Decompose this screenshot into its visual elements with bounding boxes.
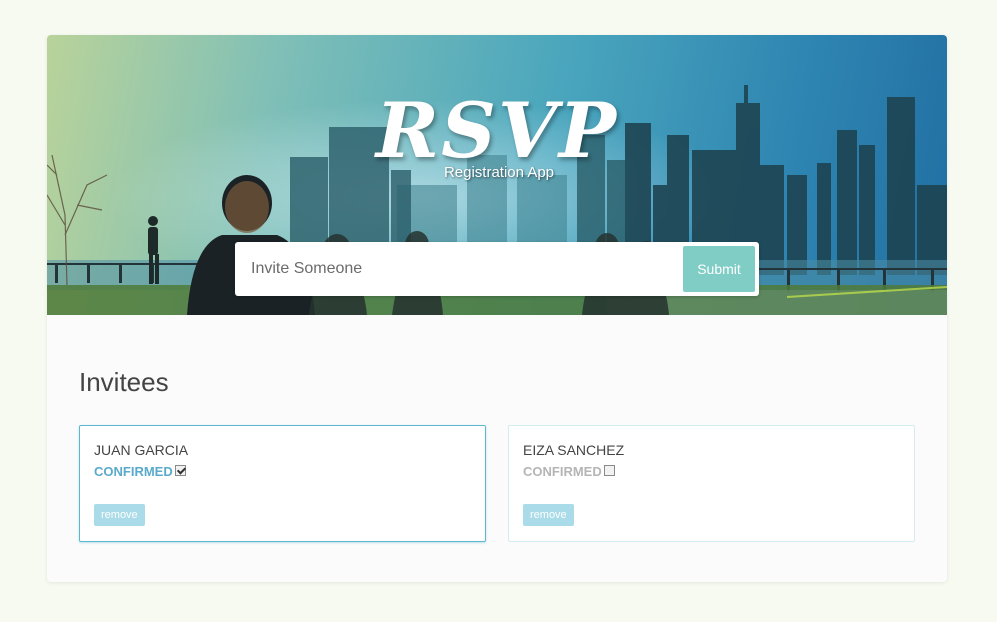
invitee-name: JUAN GARCIA — [94, 442, 189, 458]
app-subtitle: Registration App — [443, 164, 555, 181]
confirmed-checkbox[interactable] — [174, 464, 186, 476]
confirm-control[interactable]: CONFIRMED — [523, 464, 615, 479]
invite-input[interactable] — [235, 242, 675, 296]
confirmed-label: CONFIRMED — [94, 464, 173, 479]
invitee-card: JUAN GARCIA CONFIRMED remove — [79, 425, 486, 542]
confirm-control[interactable]: CONFIRMED — [94, 464, 186, 479]
hero-banner: RSVP Registration App Submit — [47, 35, 947, 315]
confirmed-label: CONFIRMED — [523, 464, 602, 479]
invitee-name: EIZA SANCHEZ — [523, 442, 625, 458]
rsvp-logo: RSVP — [375, 86, 619, 175]
submit-button[interactable]: Submit — [683, 246, 755, 292]
remove-button[interactable]: remove — [523, 504, 574, 526]
section-title: Invitees — [79, 367, 169, 397]
app-container: RSVP Registration App Submit Invitees JU… — [47, 35, 947, 582]
confirmed-checkbox[interactable] — [603, 464, 615, 476]
remove-button[interactable]: remove — [94, 504, 145, 526]
invite-form: Submit — [235, 242, 759, 296]
invitee-card: EIZA SANCHEZ CONFIRMED remove — [508, 425, 915, 542]
